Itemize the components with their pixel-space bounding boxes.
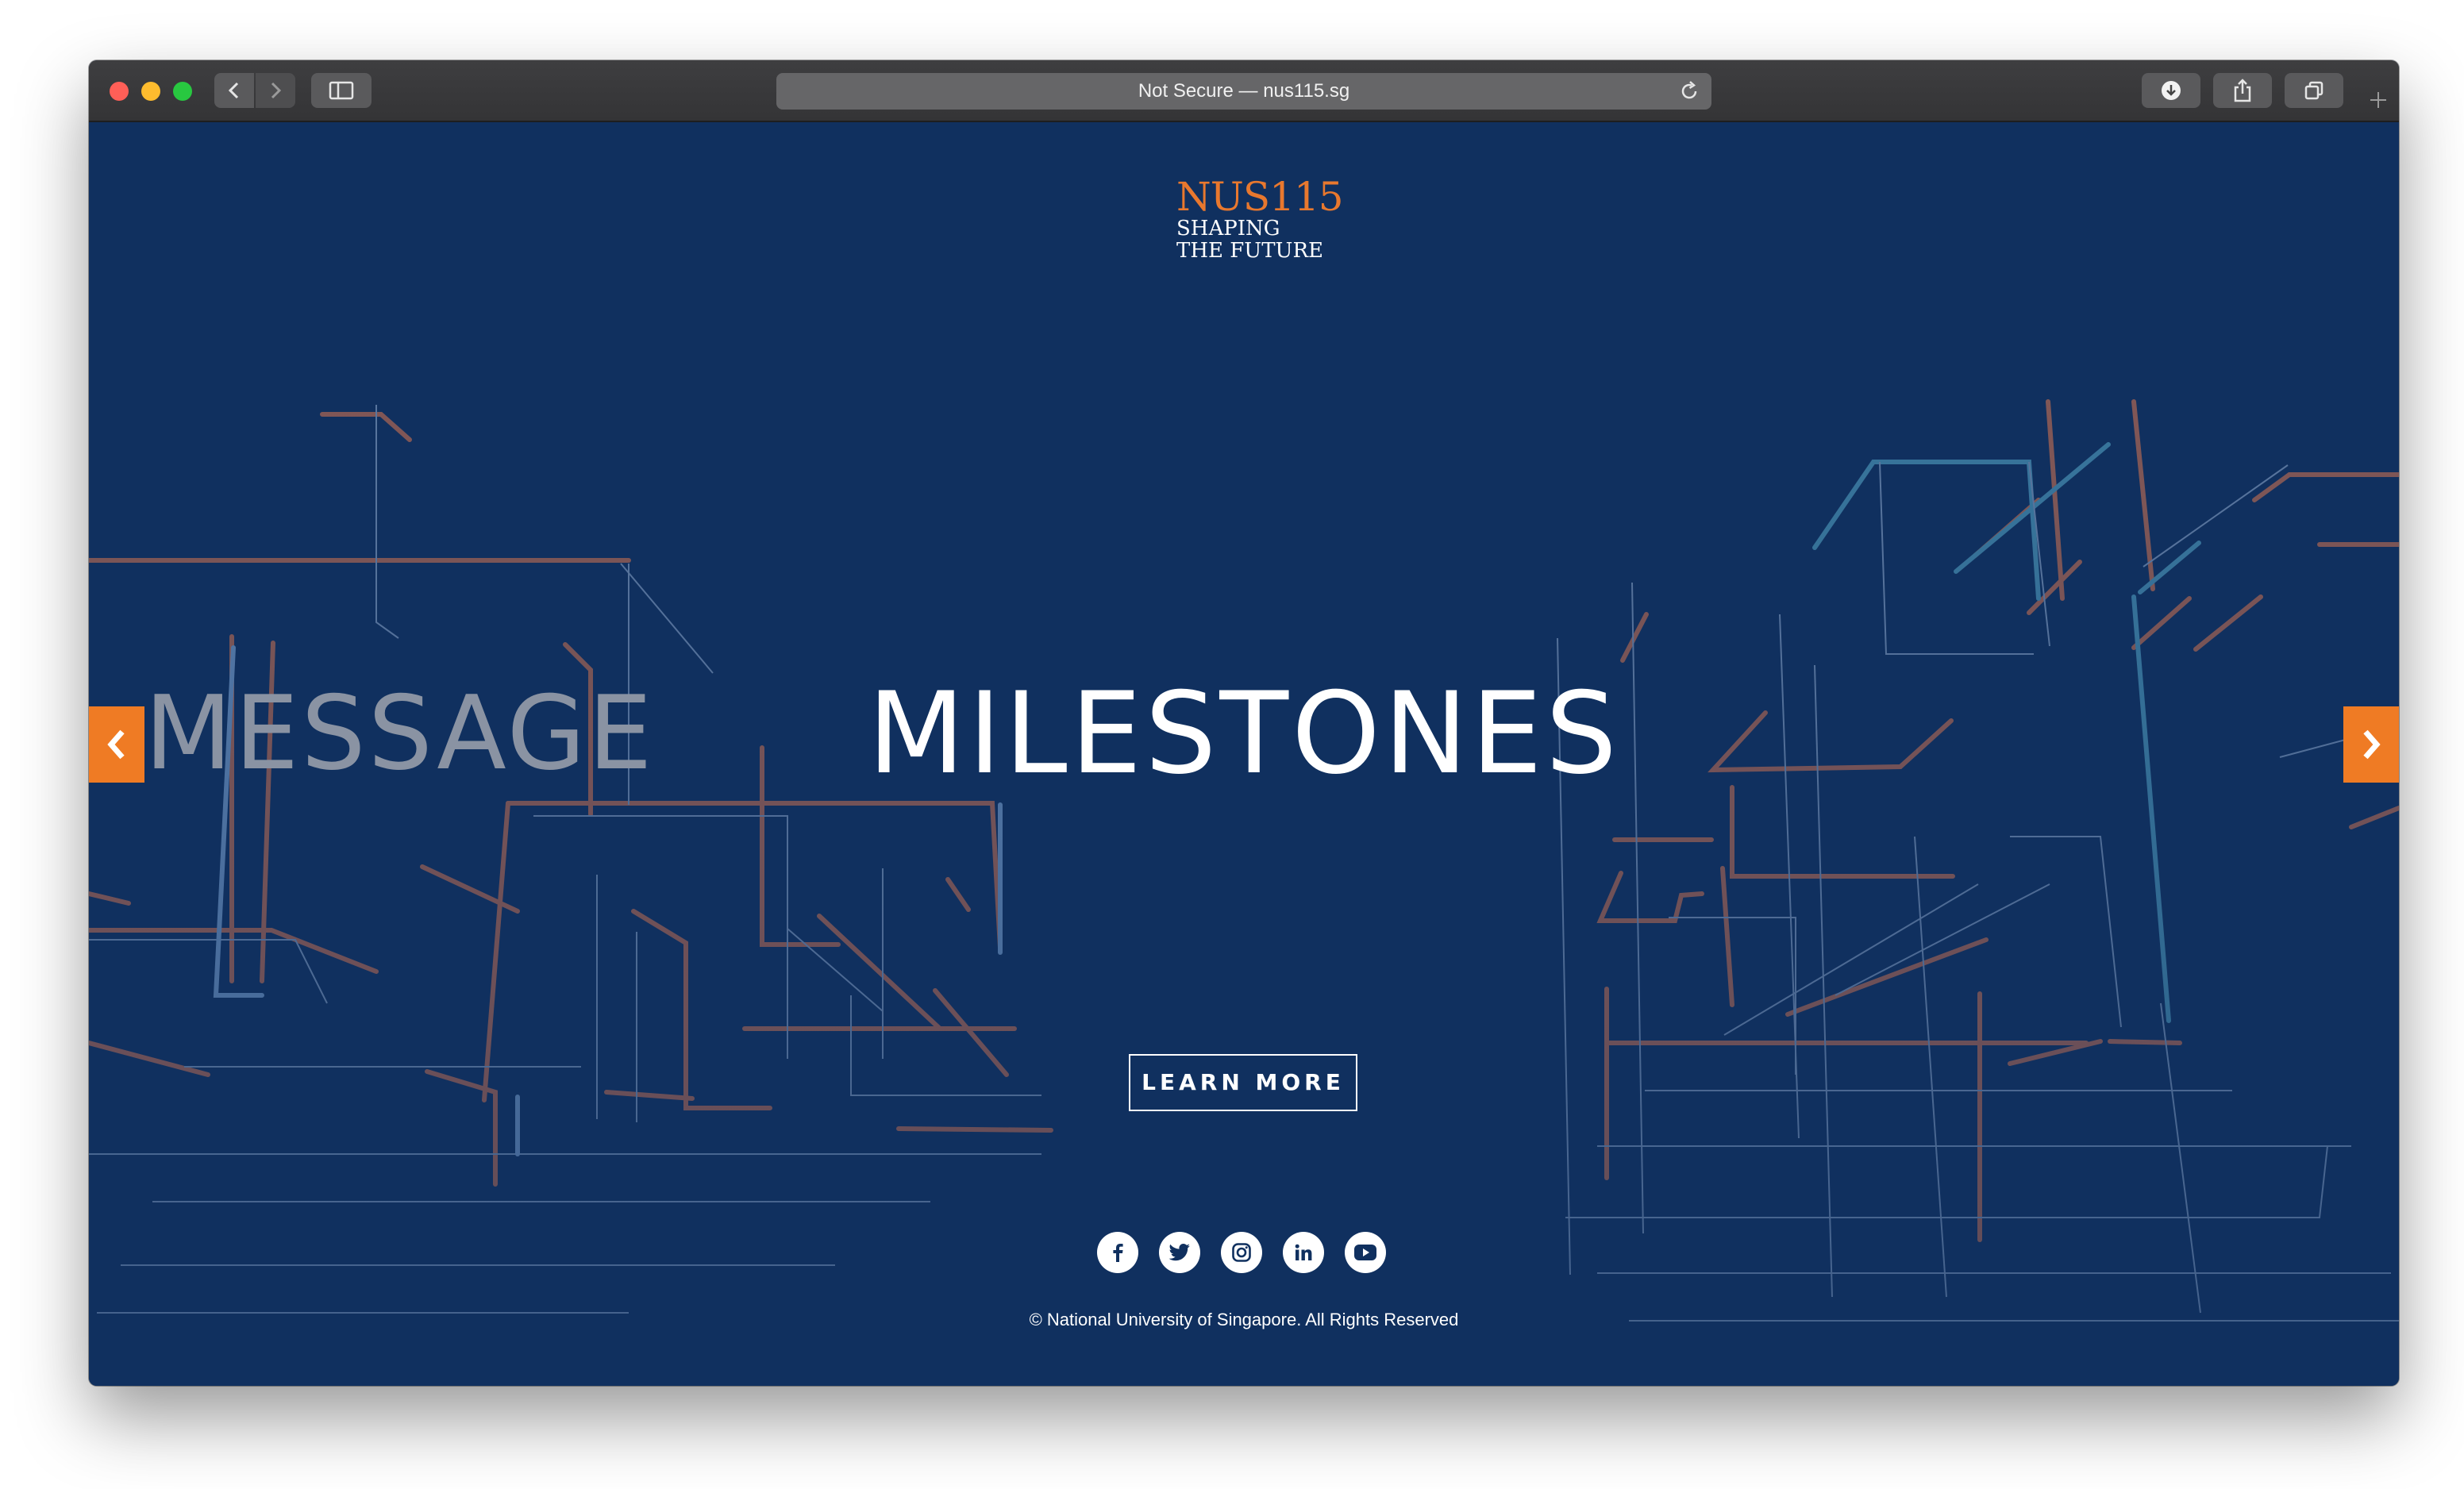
share-button[interactable] [2213,73,2272,108]
download-icon [2162,81,2181,100]
chevron-left-icon [228,82,239,99]
chevron-right-icon [2363,729,2381,760]
address-bar[interactable]: Not Secure — nus115.sg [776,73,1711,110]
browser-toolbar: Not Secure — nus115.sg [89,60,2399,122]
back-button[interactable] [214,73,254,108]
nus115-logo[interactable]: NUS115 SHAPING THE FUTURE [1176,174,1344,263]
logo-tagline-line2: THE FUTURE [1176,239,1324,263]
tabs-icon [2304,81,2323,100]
slide-title: MILESTONES [868,668,1620,799]
youtube-icon[interactable] [1345,1232,1386,1273]
downloads-button[interactable] [2142,73,2200,108]
carousel-next-button[interactable] [2343,706,2399,783]
logo-primary: NUS115 [1176,174,1344,220]
chevron-right-icon [271,82,282,99]
new-tab-button[interactable] [2358,79,2399,121]
reload-icon[interactable] [1678,80,1700,102]
sidebar-icon [329,81,354,100]
twitter-icon[interactable] [1159,1232,1200,1273]
sidebar-toggle-button[interactable] [311,73,372,108]
page-viewport: NUS115 SHAPING THE FUTURE MESSAGE MILEST… [89,122,2399,1386]
history-nav [214,73,295,108]
facebook-icon[interactable] [1097,1232,1138,1273]
carousel-prev-button[interactable] [89,706,144,783]
linkedin-icon[interactable] [1283,1232,1324,1273]
share-icon [2234,79,2251,102]
minimize-window-button[interactable] [141,82,160,101]
zoom-window-button[interactable] [173,82,192,101]
instagram-icon[interactable] [1221,1232,1262,1273]
chevron-left-icon [107,729,125,760]
close-window-button[interactable] [110,82,129,101]
browser-window: Not Secure — nus115.sg NUS115 SHAPING TH… [89,60,2399,1386]
copyright-text: © National University of Singapore. All … [1029,1310,1459,1329]
plus-icon [2370,92,2386,108]
forward-button[interactable] [256,73,295,108]
address-text: Not Secure — nus115.sg [1138,80,1350,102]
learn-more-button[interactable]: LEARN MORE [1129,1054,1357,1111]
tab-overview-button[interactable] [2285,73,2343,108]
logo-tagline-line1: SHAPING [1176,217,1280,240]
